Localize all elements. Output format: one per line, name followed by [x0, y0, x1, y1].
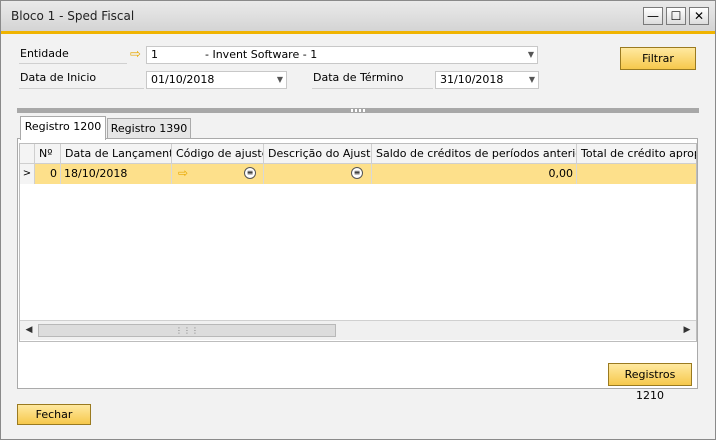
cell-total[interactable] — [577, 164, 696, 184]
scroll-left-icon[interactable]: ◀ — [22, 323, 36, 337]
chevron-down-icon[interactable]: ▼ — [528, 47, 534, 63]
data-inicio-label: Data de Inicio — [20, 71, 97, 84]
data-termino-label: Data de Término — [313, 71, 404, 84]
choose-list-icon[interactable]: ≡ — [244, 167, 256, 179]
column-header-descricao[interactable]: Descrição do Ajuste — [264, 144, 372, 164]
column-header-codigo[interactable]: Código de ajuste — [172, 144, 264, 164]
filtrar-button[interactable]: Filtrar — [620, 47, 696, 70]
title-bar[interactable]: Bloco 1 - Sped Fiscal — ☐ ✕ — [1, 1, 715, 34]
minimize-icon: — — [647, 9, 659, 23]
maximize-icon: ☐ — [670, 9, 682, 23]
data-inicio-field[interactable]: 01/10/2018 ▼ — [146, 71, 287, 89]
chevron-down-icon[interactable]: ▼ — [277, 72, 283, 88]
registros-grid[interactable]: Nº Data de Lançamento Código de ajuste D… — [19, 143, 697, 342]
link-arrow-icon[interactable]: ⇨ — [130, 47, 141, 62]
scrollbar-thumb[interactable]: ⋮⋮⋮ — [38, 324, 336, 337]
column-header-data[interactable]: Data de Lançamento — [61, 144, 172, 164]
entidade-code: 1 — [151, 48, 158, 61]
splitter-grip[interactable] — [351, 109, 365, 112]
sped-fiscal-window: Bloco 1 - Sped Fiscal — ☐ ✕ Entidade ⇨ 1… — [0, 0, 716, 440]
cell-codigo[interactable]: ⇨ ≡ — [172, 164, 264, 184]
cell-data[interactable]: 18/10/2018 — [61, 164, 172, 184]
column-header-saldo[interactable]: Saldo de créditos de períodos anteriores — [372, 144, 577, 164]
column-header-n[interactable]: Nº — [35, 144, 61, 164]
horizontal-scrollbar[interactable]: ◀ ⋮⋮⋮ ▶ — [20, 320, 696, 340]
scroll-right-icon[interactable]: ▶ — [680, 323, 694, 337]
fechar-button[interactable]: Fechar — [17, 404, 91, 425]
data-termino-underline — [312, 88, 433, 89]
close-button[interactable]: ✕ — [689, 7, 709, 25]
minimize-button[interactable]: — — [643, 7, 663, 25]
column-header-total[interactable]: Total de crédito apropria — [577, 144, 696, 164]
cell-saldo[interactable]: 0,00 — [372, 164, 577, 184]
registros-1210-button[interactable]: Registros 1210 — [608, 363, 692, 402]
cell-n[interactable]: 0 — [35, 164, 61, 184]
data-termino-field[interactable]: 31/10/2018 ▼ — [435, 71, 539, 89]
data-inicio-underline — [19, 88, 144, 89]
tab-registro-1390[interactable]: Registro 1390 — [107, 118, 191, 140]
splitter[interactable] — [17, 108, 699, 113]
close-icon: ✕ — [693, 9, 705, 23]
chevron-down-icon[interactable]: ▼ — [529, 72, 535, 88]
entidade-select[interactable]: 1 - Invent Software - 1 ▼ — [146, 46, 538, 64]
row-header-corner — [20, 144, 35, 164]
tab-registro-1200[interactable]: Registro 1200 — [20, 116, 106, 140]
tab-panel: Nº Data de Lançamento Código de ajuste D… — [17, 138, 698, 402]
link-arrow-icon[interactable]: ⇨ — [178, 164, 188, 183]
choose-list-icon[interactable]: ≡ — [351, 167, 363, 179]
entidade-name: - Invent Software - 1 — [205, 48, 318, 61]
data-termino-value: 31/10/2018 — [440, 73, 504, 86]
entidade-label: Entidade — [20, 47, 69, 60]
cell-descricao[interactable]: ≡ — [264, 164, 372, 184]
row-selector-icon[interactable]: > — [20, 164, 35, 184]
entidade-underline — [19, 63, 127, 64]
maximize-button[interactable]: ☐ — [666, 7, 686, 25]
data-inicio-value: 01/10/2018 — [151, 73, 215, 86]
window-title: Bloco 1 - Sped Fiscal — [11, 9, 135, 23]
